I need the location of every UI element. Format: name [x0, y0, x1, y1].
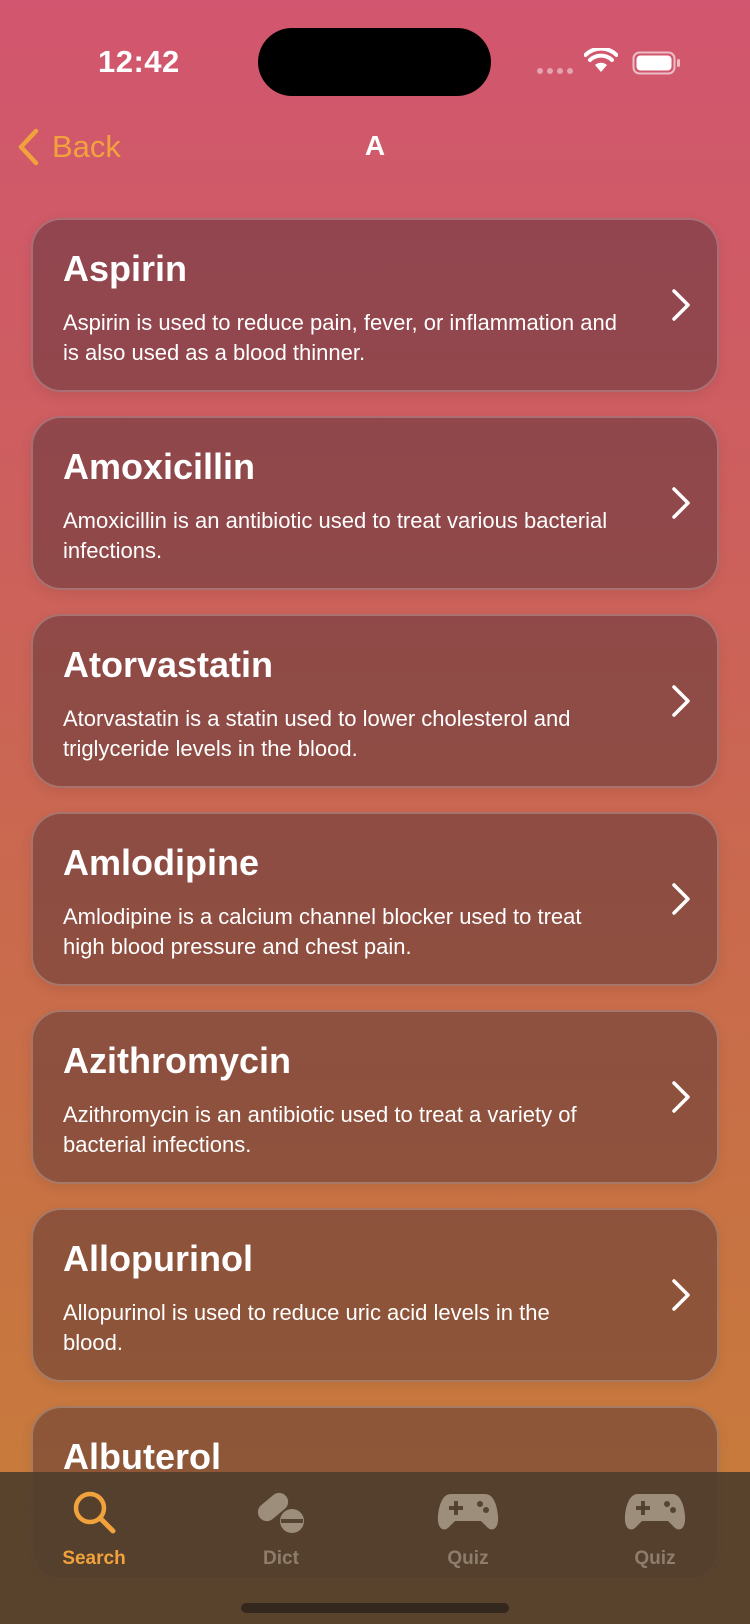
drug-description: Aspirin is used to reduce pain, fever, o… [63, 310, 617, 365]
drug-card-allopurinol[interactable]: Allopurinol Allopurinol is used to reduc… [31, 1208, 719, 1382]
tab-dict[interactable]: Dict [211, 1482, 351, 1570]
chevron-right-icon [672, 685, 690, 717]
tab-bar: Search Dict Quiz Quiz [0, 1472, 750, 1624]
drug-card-amoxicillin[interactable]: Amoxicillin Amoxicillin is an antibiotic… [31, 416, 719, 590]
drug-name: Azithromycin [63, 1040, 292, 1081]
tab-label: Quiz [634, 1548, 676, 1569]
chevron-right-icon [672, 1279, 690, 1311]
gamepad-icon [624, 1494, 686, 1530]
drug-description: Atorvastatin is a statin used to lower c… [63, 706, 571, 761]
drug-name: Amlodipine [63, 842, 259, 883]
tab-label: Dict [263, 1548, 299, 1569]
drug-card-aspirin[interactable]: Aspirin Aspirin is used to reduce pain, … [31, 218, 719, 392]
drug-description: Amoxicillin is an antibiotic used to tre… [63, 508, 608, 563]
drug-card-amlodipine[interactable]: Amlodipine Amlodipine is a calcium chann… [31, 812, 719, 986]
status-bar: 12:42 [0, 0, 750, 110]
tab-search[interactable]: Search [24, 1482, 164, 1570]
drug-list: Aspirin Aspirin is used to reduce pain, … [31, 218, 719, 1604]
wifi-icon [584, 48, 618, 72]
drug-card-atorvastatin[interactable]: Atorvastatin Atorvastatin is a statin us… [31, 614, 719, 788]
pill-icon [257, 1492, 304, 1533]
dynamic-island [258, 28, 491, 96]
drug-name: Aspirin [63, 248, 188, 289]
chevron-right-icon [672, 487, 690, 519]
drug-name: Atorvastatin [63, 644, 274, 685]
drug-card-azithromycin[interactable]: Azithromycin Azithromycin is an antibiot… [31, 1010, 719, 1184]
drug-description: Amlodipine is a calcium channel blocker … [63, 904, 582, 959]
drug-description: Azithromycin is an antibiotic used to tr… [63, 1102, 577, 1157]
drug-description: Allopurinol is used to reduce uric acid … [63, 1300, 550, 1355]
tab-label: Quiz [447, 1548, 489, 1569]
chevron-right-icon [672, 883, 690, 915]
page-title: A [364, 130, 386, 161]
home-indicator [241, 1603, 509, 1613]
drug-name: Amoxicillin [63, 446, 256, 487]
cellular-signal-icon [537, 68, 573, 74]
navigation-bar: Back A [0, 120, 750, 180]
tab-quiz[interactable]: Quiz [398, 1482, 538, 1570]
tab-quiz-2[interactable]: Quiz [585, 1482, 725, 1570]
status-time: 12:42 [98, 44, 180, 79]
chevron-right-icon [672, 289, 690, 321]
gamepad-icon [437, 1494, 499, 1530]
tab-label: Search [62, 1548, 126, 1569]
chevron-right-icon [672, 1081, 690, 1113]
search-icon [73, 1491, 116, 1534]
drug-name: Allopurinol [63, 1238, 253, 1279]
battery-icon [632, 51, 680, 75]
